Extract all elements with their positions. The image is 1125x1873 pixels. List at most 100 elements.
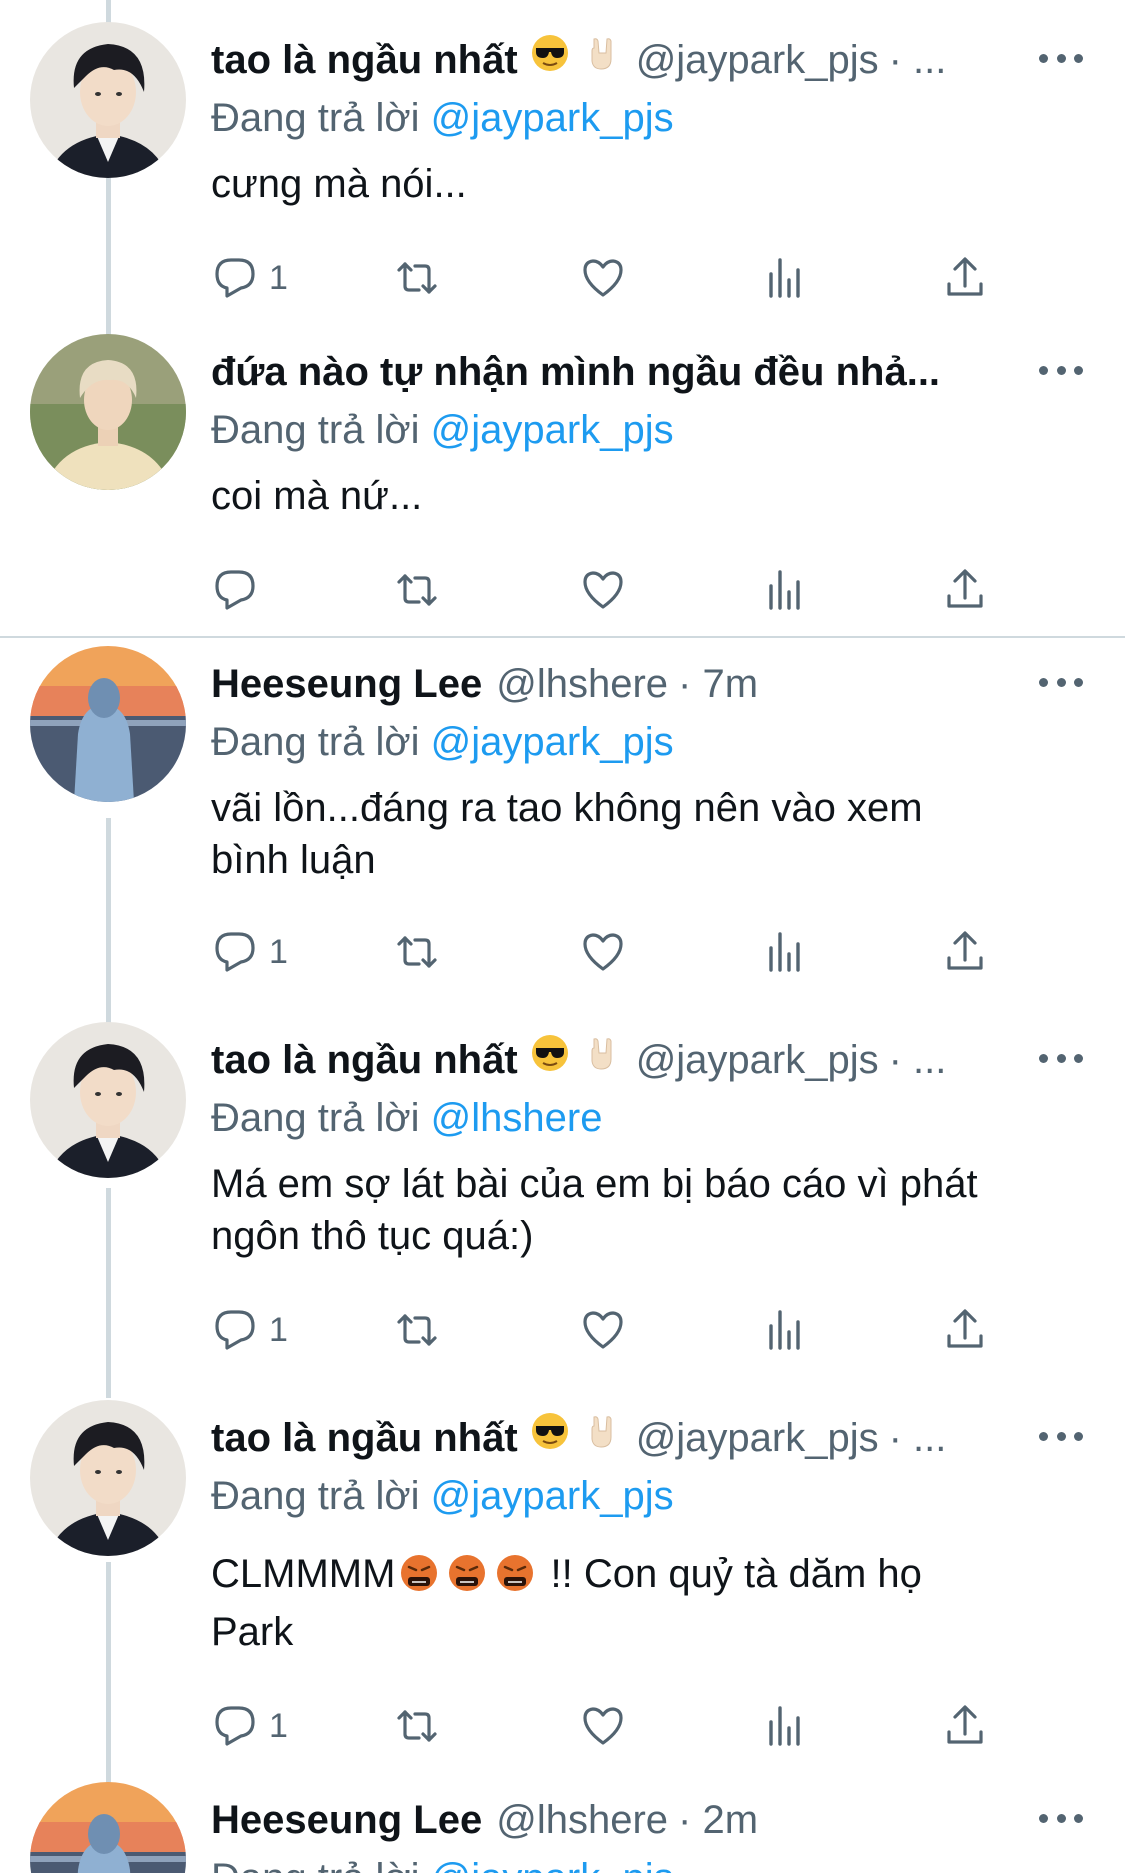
replying-prefix: Đang trả lời <box>211 720 420 764</box>
replying-prefix: Đang trả lời <box>211 1474 420 1518</box>
retweet-button[interactable] <box>393 1696 441 1756</box>
replying-prefix: Đang trả lời <box>211 96 420 140</box>
avatar[interactable] <box>30 1022 186 1178</box>
replying-prefix: Đang trả lời <box>211 1096 420 1140</box>
reply-feed: tao là ngầu nhất @jaypark_pjs · ... Đang… <box>0 0 1125 1873</box>
handle[interactable]: @lhshere <box>496 656 668 712</box>
retweet-button[interactable] <box>393 248 441 308</box>
timestamp: · ... <box>888 38 947 82</box>
like-button[interactable] <box>579 922 627 982</box>
action-bar: 1 <box>211 1696 1031 1756</box>
speech-bubble-icon <box>211 566 259 614</box>
reply-to-link[interactable]: @jaypark_pjs <box>431 96 674 140</box>
reply-button[interactable]: 1 <box>211 922 288 982</box>
more-dots-icon[interactable] <box>1039 350 1083 390</box>
tweet-text: CLMMMM !! Con quỷ tà dăm họ Park <box>211 1548 1071 1658</box>
more-dots-icon[interactable] <box>1039 1038 1083 1078</box>
more-dots-icon[interactable] <box>1039 38 1083 78</box>
display-name[interactable]: tao là ngầu nhất <box>211 32 518 88</box>
views-button[interactable] <box>761 248 809 308</box>
rock-hand-emoji-icon <box>582 1032 622 1088</box>
reply-to-link[interactable]: @jaypark_pjs <box>431 1856 674 1873</box>
tweet-text: vãi lồn...đáng ra tao không nên vào xem … <box>211 786 923 882</box>
timestamp: · ... <box>888 1416 947 1460</box>
tweet[interactable]: tao là ngầu nhất @jaypark_pjs · ... Đang… <box>0 1000 1125 1370</box>
share-button[interactable] <box>941 1696 989 1756</box>
display-name[interactable]: Heeseung Lee <box>211 656 482 712</box>
retweet-button[interactable] <box>393 560 441 620</box>
display-name[interactable]: Heeseung Lee <box>211 1792 482 1848</box>
share-upload-icon <box>941 1306 989 1354</box>
action-bar: 1 <box>211 922 1031 982</box>
reply-button[interactable] <box>211 560 259 620</box>
avatar[interactable] <box>30 1400 186 1556</box>
tweet-text: cưng mà nói... <box>211 162 467 206</box>
bar-chart-icon <box>761 254 809 302</box>
share-upload-icon <box>941 254 989 302</box>
views-button[interactable] <box>761 922 809 982</box>
sunglasses-emoji-icon <box>530 1410 570 1466</box>
avatar[interactable] <box>30 22 186 178</box>
share-button[interactable] <box>941 922 989 982</box>
more-dots-icon[interactable] <box>1039 1416 1083 1456</box>
reply-count: 1 <box>269 258 288 297</box>
retweet-button[interactable] <box>393 1300 441 1360</box>
handle[interactable]: @jaypark_pjs <box>636 1410 879 1466</box>
action-bar: 1 <box>211 1300 1031 1360</box>
reply-to-link[interactable]: @jaypark_pjs <box>431 720 674 764</box>
reply-count: 1 <box>269 932 288 971</box>
handle[interactable]: @jaypark_pjs <box>636 32 879 88</box>
retweet-arrows-icon <box>393 254 441 302</box>
display-name[interactable]: tao là ngầu nhất <box>211 1410 518 1466</box>
reply-button[interactable]: 1 <box>211 1696 288 1756</box>
reply-count: 1 <box>269 1706 288 1745</box>
cursing-face-emoji-icon <box>447 1553 487 1606</box>
tweet[interactable]: tao là ngầu nhất @jaypark_pjs · ... Đang… <box>0 0 1125 330</box>
share-upload-icon <box>941 566 989 614</box>
views-button[interactable] <box>761 1696 809 1756</box>
action-bar: 1 <box>211 248 1031 308</box>
sunglasses-emoji-icon <box>530 32 570 88</box>
tweet[interactable]: tao là ngầu nhất @jaypark_pjs · ... Đang… <box>0 1378 1125 1778</box>
handle[interactable]: @jaypark_pjs <box>636 1032 879 1088</box>
replying-to: Đang trả lời @jaypark_pjs <box>211 1850 674 1873</box>
cursing-face-emoji-icon <box>399 1553 439 1606</box>
handle[interactable]: @lhshere <box>496 1792 668 1848</box>
like-button[interactable] <box>579 1696 627 1756</box>
reply-to-link[interactable]: @jaypark_pjs <box>431 1474 674 1518</box>
views-button[interactable] <box>761 560 809 620</box>
reply-to-link[interactable]: @lhshere <box>431 1096 603 1140</box>
like-button[interactable] <box>579 248 627 308</box>
avatar[interactable] <box>30 646 186 802</box>
reply-button[interactable]: 1 <box>211 248 288 308</box>
tweet-header: đứa nào tự nhận mình ngầu đều nhả... <box>211 344 1021 400</box>
retweet-arrows-icon <box>393 566 441 614</box>
reply-button[interactable]: 1 <box>211 1300 288 1360</box>
action-bar <box>211 560 1031 620</box>
timestamp: · 2m <box>678 1798 759 1842</box>
bar-chart-icon <box>761 928 809 976</box>
replying-to: Đang trả lời @jaypark_pjs <box>211 402 674 458</box>
tweet-header: tao là ngầu nhất @jaypark_pjs · ... <box>211 1032 1021 1088</box>
display-name[interactable]: đứa nào tự nhận mình ngầu đều nhả... <box>211 344 940 400</box>
retweet-arrows-icon <box>393 928 441 976</box>
share-button[interactable] <box>941 1300 989 1360</box>
more-dots-icon[interactable] <box>1039 1798 1083 1838</box>
tweet[interactable]: Heeseung Lee @lhshere · 7m Đang trả lời … <box>0 624 1125 994</box>
tweet[interactable]: Heeseung Lee @lhshere · 2m Đang trả lời … <box>0 1760 1125 1873</box>
views-button[interactable] <box>761 1300 809 1360</box>
tweet[interactable]: đứa nào tự nhận mình ngầu đều nhả... Đan… <box>0 312 1125 642</box>
sunglasses-emoji-icon <box>530 1032 570 1088</box>
like-button[interactable] <box>579 1300 627 1360</box>
share-button[interactable] <box>941 248 989 308</box>
speech-bubble-icon <box>211 254 259 302</box>
like-button[interactable] <box>579 560 627 620</box>
display-name[interactable]: tao là ngầu nhất <box>211 1032 518 1088</box>
avatar[interactable] <box>30 334 186 490</box>
share-button[interactable] <box>941 560 989 620</box>
tweet-header: Heeseung Lee @lhshere · 7m <box>211 656 1021 712</box>
more-dots-icon[interactable] <box>1039 662 1083 702</box>
avatar[interactable] <box>30 1782 186 1873</box>
reply-to-link[interactable]: @jaypark_pjs <box>431 408 674 452</box>
retweet-button[interactable] <box>393 922 441 982</box>
